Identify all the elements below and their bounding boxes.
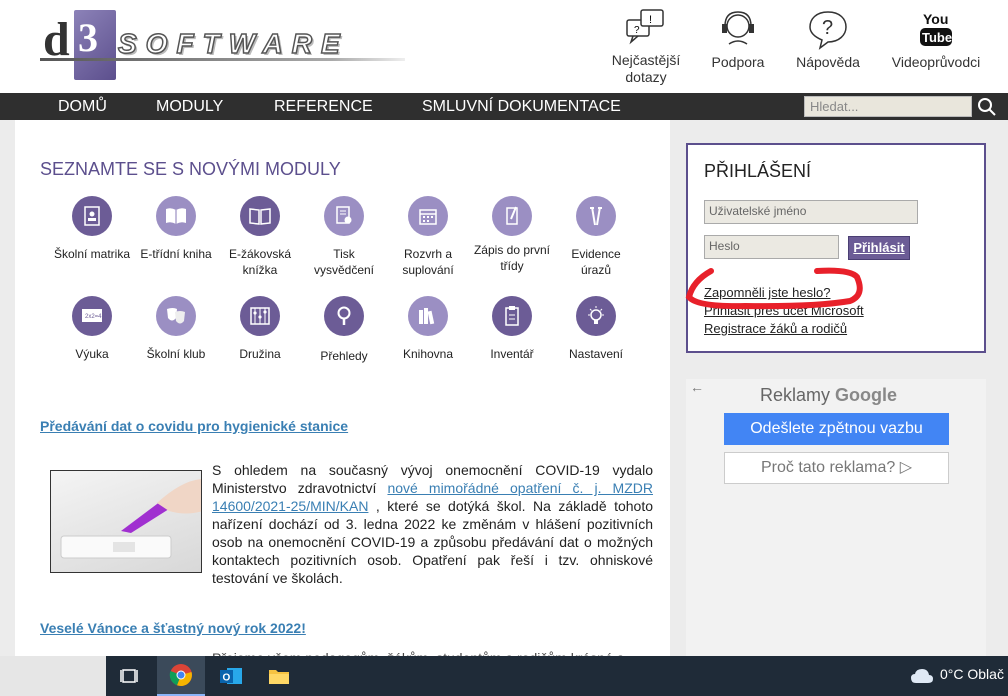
ad-title: Reklamy Google <box>760 385 898 405</box>
registration-link[interactable]: Registrace žáků a rodičů <box>704 321 847 336</box>
svg-text:Tube: Tube <box>922 30 952 45</box>
logo-box: 3 <box>74 10 116 80</box>
pen-icon <box>492 196 532 236</box>
weather-text[interactable]: 0°C Oblač <box>940 666 1004 682</box>
crutches-icon <box>576 196 616 236</box>
logo-underline <box>40 58 405 61</box>
password-field[interactable]: Heslo <box>704 235 839 259</box>
open-book-icon <box>240 196 280 236</box>
svg-text:2x2=4: 2x2=4 <box>85 314 102 320</box>
file-explorer-icon[interactable] <box>255 656 303 696</box>
header-link-support[interactable]: Podpora <box>700 8 776 71</box>
module-school-registry[interactable]: Školní matrika <box>52 196 132 262</box>
d3-software-logo[interactable]: d 3 SOFTWARE <box>40 8 410 88</box>
header-link-label: Nápověda <box>796 54 860 70</box>
search-input[interactable]: Hledat... <box>804 96 972 117</box>
header-link-videos[interactable]: You Tube Videoprůvodci <box>888 8 984 71</box>
headset-icon <box>722 11 754 45</box>
blackboard-icon: 2x2=4 <box>72 296 112 336</box>
clipboard-icon <box>492 296 532 336</box>
modules-section-title: SEZNAMTE SE S NOVÝMI MODULY <box>40 159 341 179</box>
certificate-icon <box>324 196 364 236</box>
article-title-christmas[interactable]: Veselé Vánoce a šťastný nový rok 2022! <box>40 620 306 636</box>
site-header: d 3 SOFTWARE ! ? Nejčastější dotazy Podp… <box>0 0 1008 93</box>
login-title: PŘIHLÁŠENÍ <box>704 161 812 181</box>
module-after-school-club[interactable]: Družina <box>220 296 300 362</box>
svg-text:?: ? <box>822 17 833 39</box>
module-teaching[interactable]: 2x2=4 Výuka <box>52 296 132 362</box>
login-button[interactable]: Přihlásit <box>848 236 910 260</box>
ad-feedback-button[interactable]: Odešlete zpětnou vazbu <box>724 413 949 445</box>
chrome-icon[interactable] <box>157 656 205 696</box>
faq-bubble-icon: ! ? <box>626 9 664 45</box>
main-nav: DOMŮ MODULY REFERENCE SMLUVNÍ DOKUMENTAC… <box>0 93 1008 120</box>
svg-text:!: ! <box>649 14 652 26</box>
magnifier-icon <box>324 296 364 336</box>
module-settings[interactable]: Nastavení <box>556 296 636 362</box>
header-link-label: Nejčastější dotazy <box>611 52 681 85</box>
theater-masks-icon <box>156 296 196 336</box>
module-certificate-print[interactable]: Tisk vysvědčení <box>304 196 384 278</box>
module-school-club[interactable]: Školní klub <box>136 296 216 362</box>
red-annotation-circle <box>685 267 863 310</box>
google-ad-block: ← Reklamy Google Odešlete zpětnou vazbu … <box>686 379 986 660</box>
article-title-covid[interactable]: Předávání dat o covidu pro hygienické st… <box>40 418 348 434</box>
svg-text:?: ? <box>634 25 640 36</box>
nav-reference[interactable]: REFERENCE <box>274 97 373 116</box>
taskbar: O 0°C Oblač <box>0 656 1008 696</box>
taskbar-search-area[interactable] <box>0 656 106 696</box>
module-e-student-book[interactable]: E-žákovská knížka <box>220 196 300 278</box>
youtube-icon: You Tube <box>920 11 952 46</box>
svg-text:O: O <box>223 673 231 684</box>
header-link-label: Videoprůvodci <box>891 54 981 70</box>
logo-text: SOFTWARE <box>117 27 349 60</box>
search-icon[interactable] <box>976 96 998 117</box>
outlook-icon[interactable]: O <box>207 656 255 696</box>
covid-test-image <box>50 470 202 573</box>
lightbulb-icon <box>576 296 616 336</box>
books-icon <box>408 296 448 336</box>
module-timetable[interactable]: Rozvrh a suplování <box>388 196 468 278</box>
module-first-grade-enrollment[interactable]: Zápis do první třídy <box>472 196 552 274</box>
logo-letter: d <box>43 13 70 66</box>
task-view-icon[interactable] <box>106 656 154 696</box>
nav-home[interactable]: DOMŮ <box>58 97 107 116</box>
svg-text:You: You <box>923 11 948 27</box>
module-inventory[interactable]: Inventář <box>472 296 552 362</box>
id-card-icon <box>72 196 112 236</box>
module-overviews[interactable]: Přehledy <box>304 296 384 364</box>
abacus-icon <box>240 296 280 336</box>
username-field[interactable]: Uživatelské jméno <box>704 200 918 224</box>
cloud-weather-icon <box>911 669 933 683</box>
book-icon <box>156 196 196 236</box>
nav-modules[interactable]: MODULY <box>156 97 223 116</box>
module-library[interactable]: Knihovna <box>388 296 468 362</box>
module-injury-records[interactable]: Evidence úrazů <box>556 196 636 278</box>
ad-why-button[interactable]: Proč tato reklama? ▷ <box>724 452 949 484</box>
header-link-faq[interactable]: ! ? Nejčastější dotazy <box>606 8 686 86</box>
header-link-help[interactable]: ? Nápověda <box>790 8 866 71</box>
module-e-class-book[interactable]: E-třídní kniha <box>136 196 216 262</box>
calendar-icon <box>408 196 448 236</box>
article-text-covid: S ohledem na současný vývoj onemocnění C… <box>212 462 653 586</box>
header-link-label: Podpora <box>711 54 765 70</box>
ad-back-arrow-icon[interactable]: ← <box>690 379 704 395</box>
nav-contract-docs[interactable]: SMLUVNÍ DOKUMENTACE <box>422 97 621 116</box>
help-question-icon: ? <box>809 11 847 50</box>
login-box: PŘIHLÁŠENÍ Uživatelské jméno Heslo Přihl… <box>686 143 986 353</box>
